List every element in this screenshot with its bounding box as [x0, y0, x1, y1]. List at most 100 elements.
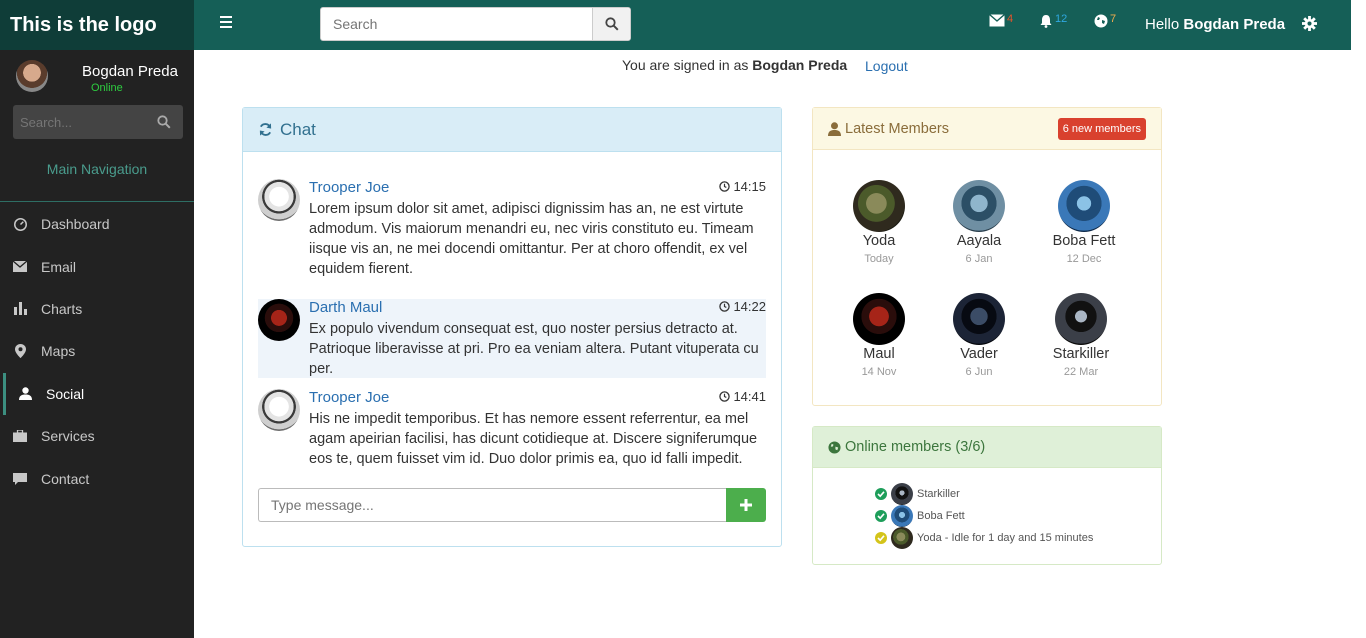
sidebar-item-services[interactable]: Services	[0, 415, 194, 457]
plus-icon	[740, 499, 752, 511]
main-navigation: Dashboard Email Charts Maps Social Servi…	[0, 203, 194, 500]
settings-button[interactable]	[1302, 16, 1317, 34]
globe-icon	[828, 440, 841, 454]
sidebar-item-label: Charts	[41, 300, 83, 317]
message-text: His ne impedit temporibus. Et has nemore…	[309, 411, 758, 467]
chat-compose	[258, 488, 766, 522]
messages-indicator[interactable]: 4	[989, 13, 1013, 27]
sidebar-user-status: Online	[91, 82, 123, 94]
online-status-icon	[875, 510, 887, 522]
chat-panel: Chat Trooper Joe 14:15 Lorem ipsum dolor…	[242, 107, 782, 547]
member-card[interactable]: Aayala 6 Jan	[929, 180, 1029, 265]
chat-message: Darth Maul 14:22 Ex populo vivendum cons…	[258, 299, 766, 378]
message-time-value: 14:41	[733, 389, 766, 404]
sidebar-item-contact[interactable]: Contact	[0, 457, 194, 499]
chat-title: Chat	[280, 119, 316, 139]
online-members-header: Online members (3/6)	[813, 427, 1161, 468]
sidebar-item-social[interactable]: Social	[0, 372, 194, 416]
latest-members-panel: Latest Members 6 new members Yoda Today …	[812, 107, 1162, 406]
search-icon	[604, 17, 619, 31]
signed-in-prefix: You are signed in as	[622, 57, 749, 73]
member-date: 6 Jan	[965, 253, 993, 265]
bell-icon	[1040, 15, 1052, 28]
member-name: Starkiller	[1052, 346, 1110, 362]
online-members-title: Online members (3/6)	[845, 439, 986, 455]
header-search	[320, 7, 631, 41]
member-card[interactable]: Starkiller 22 Mar	[1031, 293, 1131, 378]
refresh-icon[interactable]	[258, 122, 273, 137]
member-date: 22 Mar	[1063, 366, 1099, 378]
sidebar-item-label: Social	[46, 385, 85, 402]
member-avatar	[953, 293, 1005, 345]
online-member-row[interactable]: Starkiller	[875, 483, 960, 505]
member-card[interactable]: Maul 14 Nov	[829, 293, 929, 378]
online-member-row[interactable]: Yoda - Idle for 1 day and 15 minutes	[875, 527, 1093, 549]
avatar	[891, 483, 913, 505]
sidebar-search-input[interactable]	[13, 105, 143, 139]
sidebar-item-label: Maps	[41, 343, 76, 360]
message-time: 14:15	[719, 179, 766, 194]
logout-link[interactable]: Logout	[865, 58, 908, 74]
globe-icon	[1094, 14, 1108, 28]
tasks-indicator[interactable]: 7	[1094, 13, 1117, 28]
sidebar-item-dashboard[interactable]: Dashboard	[0, 203, 194, 245]
latest-members-header: Latest Members 6 new members	[813, 108, 1161, 150]
message-time: 14:41	[719, 389, 766, 404]
member-name: Boba Fett	[1052, 233, 1116, 249]
message-author[interactable]: Darth Maul	[309, 299, 382, 316]
member-card[interactable]: Vader 6 Jun	[929, 293, 1029, 378]
tasks-count: 7	[1110, 13, 1117, 25]
member-avatar	[1055, 293, 1107, 345]
member-card[interactable]: Boba Fett 12 Dec	[1034, 180, 1134, 265]
chat-header: Chat	[243, 108, 781, 152]
message-author[interactable]: Trooper Joe	[309, 179, 389, 196]
send-button[interactable]	[726, 488, 766, 522]
sidebar: Bogdan Preda Online Main Navigation Dash…	[0, 50, 194, 638]
member-name: Vader	[960, 346, 998, 362]
member-name: Yoda	[862, 233, 896, 249]
online-member-label: Yoda - Idle for 1 day and 15 minutes	[917, 532, 1094, 544]
header-search-input[interactable]	[321, 8, 592, 40]
header-search-button[interactable]	[592, 8, 630, 40]
app-logo[interactable]: This is the logo	[0, 0, 194, 50]
member-card[interactable]: Yoda Today	[829, 180, 929, 265]
comment-icon	[13, 472, 27, 486]
envelope-icon	[13, 260, 27, 274]
chat-message-input[interactable]	[258, 488, 726, 522]
map-marker-icon	[13, 344, 27, 359]
sidebar-item-email[interactable]: Email	[0, 245, 194, 287]
user-icon	[18, 387, 32, 401]
message-time-value: 14:22	[733, 299, 766, 314]
member-avatar	[853, 293, 905, 345]
user-icon	[828, 121, 841, 136]
sidebar-item-label: Services	[41, 428, 95, 445]
bar-chart-icon	[13, 302, 27, 316]
member-avatar	[1058, 180, 1110, 232]
member-avatar	[853, 180, 905, 232]
message-text: Ex populo vivendum consequat est, quo no…	[309, 321, 759, 377]
sidebar-item-charts[interactable]: Charts	[0, 288, 194, 330]
sidebar-search	[13, 105, 183, 139]
chat-message: Trooper Joe 14:15 Lorem ipsum dolor sit …	[258, 179, 766, 279]
online-member-label: Boba Fett	[917, 510, 965, 522]
avatar[interactable]	[16, 60, 48, 92]
notifications-indicator[interactable]: 12	[1039, 13, 1068, 28]
avatar	[258, 179, 300, 221]
message-author[interactable]: Trooper Joe	[309, 389, 389, 406]
notifications-count: 12	[1055, 13, 1068, 25]
sidebar-item-label: Contact	[41, 470, 90, 487]
user-greeting[interactable]: Hello Bogdan Preda	[1145, 16, 1285, 33]
online-status-icon	[875, 488, 887, 500]
clock-icon	[719, 181, 731, 192]
avatar	[258, 389, 300, 431]
dashboard-icon	[13, 217, 27, 231]
search-icon[interactable]	[157, 115, 171, 129]
member-date: Today	[864, 253, 894, 265]
menu-toggle-icon[interactable]	[220, 16, 232, 28]
envelope-icon	[989, 14, 1005, 27]
message-time-value: 14:15	[733, 179, 766, 194]
avatar	[258, 299, 300, 341]
sidebar-item-label: Dashboard	[41, 216, 110, 233]
sidebar-item-maps[interactable]: Maps	[0, 330, 194, 372]
online-member-row[interactable]: Boba Fett	[875, 505, 965, 527]
